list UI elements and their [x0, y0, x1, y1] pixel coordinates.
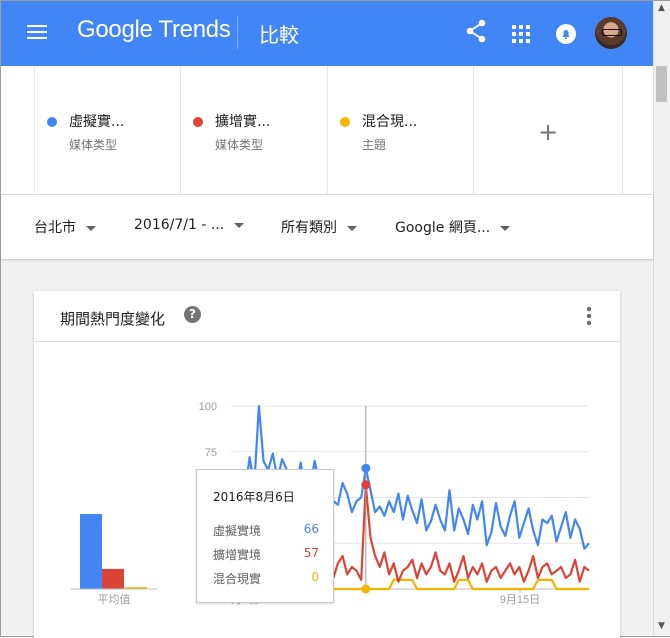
location-filter[interactable]: 台北市	[34, 217, 96, 237]
tooltip-series-name: 擴增實境	[213, 548, 262, 562]
dropdown-caret-icon	[234, 222, 245, 228]
chart-tooltip: 2016年8月6日 虛擬實境 66 擴增實境 57 混合現實 0	[196, 469, 334, 603]
series-color-dot	[340, 117, 350, 127]
scrollbar[interactable]: ▲ ▼	[653, 1, 670, 636]
search-type-filter-label: Google 網頁...	[395, 220, 491, 236]
filter-bar: 台北市 2016/7/1 - ... 所有類別 Google 網頁...	[1, 195, 653, 259]
date-filter-label: 2016/7/1 - ...	[134, 217, 225, 233]
series-color-dot	[47, 117, 57, 127]
scroll-thumb[interactable]	[656, 66, 667, 102]
top-app-bar: Google Trends 比較	[1, 1, 653, 66]
apps-icon[interactable]	[512, 25, 530, 43]
term-type: 主題	[362, 138, 387, 152]
term-card-1[interactable]: 虛擬實... 媒体类型	[34, 66, 181, 194]
tooltip-series-name: 虛擬實境	[213, 524, 262, 538]
scroll-down-arrow-icon[interactable]: ▼	[658, 621, 665, 631]
series-color-dot	[193, 117, 203, 127]
scroll-up-arrow-icon[interactable]: ▲	[658, 3, 665, 13]
tooltip-date: 2016年8月6日	[213, 490, 295, 504]
tooltip-series-value: 66	[303, 522, 319, 536]
add-icon: +	[538, 118, 559, 146]
term-name: 虛擬實...	[69, 114, 125, 130]
compare-terms-bar: 虛擬實... 媒体类型 擴增實... 媒体类型 混合現... 主題 +	[1, 66, 653, 195]
page-title: 比較	[259, 23, 299, 47]
location-filter-label: 台北市	[34, 220, 76, 236]
term-card-3[interactable]: 混合現... 主題	[327, 66, 474, 194]
dropdown-caret-icon	[500, 225, 511, 231]
tooltip-series-value: 57	[303, 546, 319, 560]
dropdown-caret-icon	[347, 225, 357, 231]
category-filter[interactable]: 所有類別	[281, 217, 357, 237]
term-type: 媒体类型	[215, 138, 264, 152]
tooltip-series-value: 0	[311, 570, 319, 584]
tooltip-series-name: 混合現實	[213, 572, 262, 586]
brand-logo[interactable]: Google Trends	[77, 16, 231, 44]
more-options-icon[interactable]	[587, 307, 591, 328]
search-type-filter[interactable]: Google 網頁...	[395, 217, 511, 237]
avatar[interactable]	[595, 17, 627, 49]
category-filter-label: 所有類別	[281, 220, 337, 236]
card-title: 期間熱門度變化	[60, 310, 166, 328]
add-term-button[interactable]: +	[473, 66, 623, 194]
menu-icon[interactable]	[27, 22, 47, 42]
term-name: 擴增實...	[215, 114, 271, 130]
share-icon[interactable]	[465, 19, 487, 43]
date-filter[interactable]: 2016/7/1 - ...	[134, 217, 245, 233]
card-divider	[34, 341, 620, 342]
notifications-icon[interactable]	[555, 23, 577, 45]
term-type: 媒体类型	[69, 138, 118, 152]
dropdown-caret-icon	[86, 225, 96, 231]
term-card-2[interactable]: 擴增實... 媒体类型	[180, 66, 327, 194]
term-name: 混合現...	[362, 114, 418, 130]
header-divider	[237, 16, 238, 49]
help-icon[interactable]: ?	[184, 306, 201, 323]
